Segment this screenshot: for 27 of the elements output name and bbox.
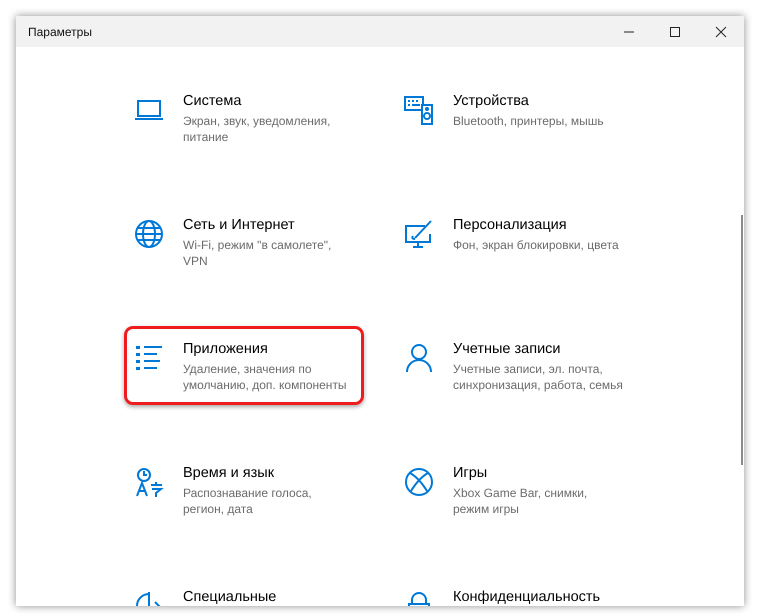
maximize-icon — [669, 26, 681, 38]
category-title[interactable]: Сеть и Интернет — [183, 216, 353, 234]
category-title[interactable]: Время и язык — [183, 464, 353, 482]
close-icon — [715, 26, 727, 38]
person-icon — [403, 342, 435, 374]
category-title[interactable]: Конфиденциальность — [453, 588, 600, 606]
scrollbar[interactable] — [741, 215, 743, 465]
category-title[interactable]: Учетные записи — [453, 340, 623, 358]
category-description: Bluetooth, принтеры, мышь — [453, 113, 605, 129]
xbox-circle-icon — [403, 466, 435, 498]
category-title[interactable]: Приложения — [183, 340, 353, 358]
category-description: Фон, экран блокировки, цвета — [453, 237, 620, 253]
globe-icon — [133, 218, 165, 250]
category-title[interactable]: Специальные — [183, 588, 276, 606]
category-description: Удаление, значения по умолчанию, доп. компоненты — [183, 361, 348, 393]
category-title[interactable]: Система — [183, 92, 353, 110]
category-description: Wi-Fi, режим "в самолете", VPN — [183, 237, 332, 269]
category-title[interactable]: Устройства — [453, 92, 623, 110]
window-title: Параметры — [27, 24, 92, 38]
category-description: Xbox Game Bar, снимки, режим игры — [453, 485, 588, 517]
category-description: Экран, звук, уведомления, питание — [183, 113, 332, 145]
category-description: Распознавание голоса, регион, дата — [183, 485, 313, 517]
keyboard-speaker-icon — [403, 94, 435, 126]
category-title[interactable]: Персонализация — [453, 216, 623, 234]
category-title[interactable]: Игры — [453, 464, 623, 482]
category-description: Учетные записи, эл. почта, синхронизация, работа, семья — [453, 361, 623, 393]
clock-letters-icon — [133, 466, 165, 498]
